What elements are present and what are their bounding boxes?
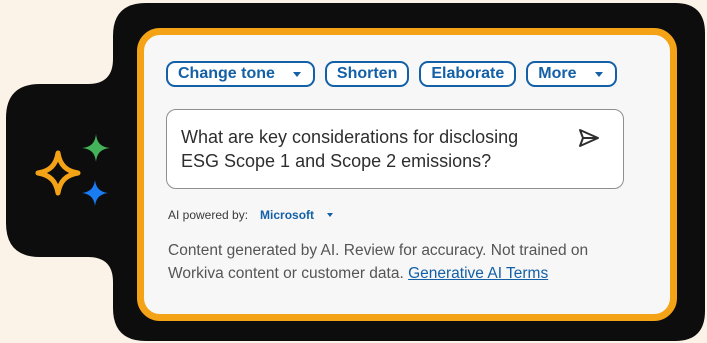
disclaimer: Content generated by AI. Review for accu… xyxy=(168,239,638,285)
ai-sparkles-icon xyxy=(35,134,110,206)
more-button[interactable]: More xyxy=(526,61,617,87)
provider-dropdown[interactable]: Microsoft xyxy=(260,208,334,222)
ai-panel: Change tone Shorten Elaborate More What … xyxy=(137,28,677,321)
powered-by-label: AI powered by: xyxy=(168,208,249,222)
provider-name: Microsoft xyxy=(260,208,315,222)
prompt-input[interactable]: What are key considerations for disclosi… xyxy=(166,109,624,189)
chevron-down-icon xyxy=(292,71,301,77)
prompt-text[interactable]: What are key considerations for disclosi… xyxy=(181,125,561,173)
generative-ai-terms-link[interactable]: Generative AI Terms xyxy=(408,265,548,282)
powered-by: AI powered by: Microsoft xyxy=(168,208,334,222)
change-tone-label: Change tone xyxy=(178,65,275,82)
elaborate-button[interactable]: Elaborate xyxy=(419,61,517,87)
shorten-button[interactable]: Shorten xyxy=(324,61,410,87)
shorten-label: Shorten xyxy=(336,65,398,82)
change-tone-button[interactable]: Change tone xyxy=(166,61,315,87)
action-chips: Change tone Shorten Elaborate More xyxy=(166,61,617,87)
elaborate-label: Elaborate xyxy=(431,65,505,82)
chevron-down-icon xyxy=(594,71,603,77)
more-label: More xyxy=(538,65,577,82)
send-icon[interactable] xyxy=(577,128,601,148)
chevron-down-icon xyxy=(327,213,334,217)
ai-assist-card: Change tone Shorten Elaborate More What … xyxy=(0,0,707,343)
